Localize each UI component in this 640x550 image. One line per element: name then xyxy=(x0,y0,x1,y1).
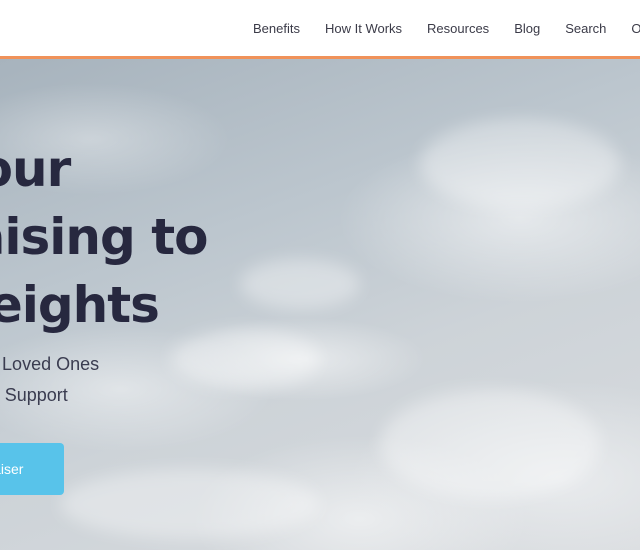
nav-link-benefits[interactable]: Benefits xyxy=(253,21,300,36)
cloud-decoration xyxy=(60,469,320,539)
hero-headline: Your raising to Heights xyxy=(0,135,208,339)
tagline-line-2-text: For Their Support xyxy=(0,385,68,405)
nav-link-how-it-works[interactable]: How It Works xyxy=(325,21,402,36)
headline-line-1: Your xyxy=(0,140,71,198)
tagline-line-2: ey For Their Support xyxy=(0,380,99,411)
nav-link-resources[interactable]: Resources xyxy=(427,21,489,36)
nav-link-search[interactable]: Search xyxy=(565,21,606,36)
cloud-decoration xyxy=(420,119,620,209)
nav-link-blog[interactable]: Blog xyxy=(514,21,540,36)
hero-tagline: on For Your Loved Ones ey For Their Supp… xyxy=(0,349,99,411)
top-navigation-bar: Benefits How It Works Resources Blog Sea… xyxy=(0,0,640,59)
headline-line-2: raising to xyxy=(0,208,208,266)
headline-line-3: Heights xyxy=(0,276,160,334)
tagline-line-1-text: For Your Loved Ones xyxy=(0,354,100,374)
nav-link-our[interactable]: Our xyxy=(631,21,640,36)
main-nav: Benefits How It Works Resources Blog Sea… xyxy=(253,0,640,56)
start-fundraiser-button[interactable]: draiser xyxy=(0,443,64,495)
hero-section: Your raising to Heights on For Your Love… xyxy=(0,59,640,550)
tagline-line-1: on For Your Loved Ones xyxy=(0,349,99,380)
page: Benefits How It Works Resources Blog Sea… xyxy=(0,0,640,550)
cloud-decoration xyxy=(240,259,360,309)
cloud-decoration xyxy=(380,389,600,499)
